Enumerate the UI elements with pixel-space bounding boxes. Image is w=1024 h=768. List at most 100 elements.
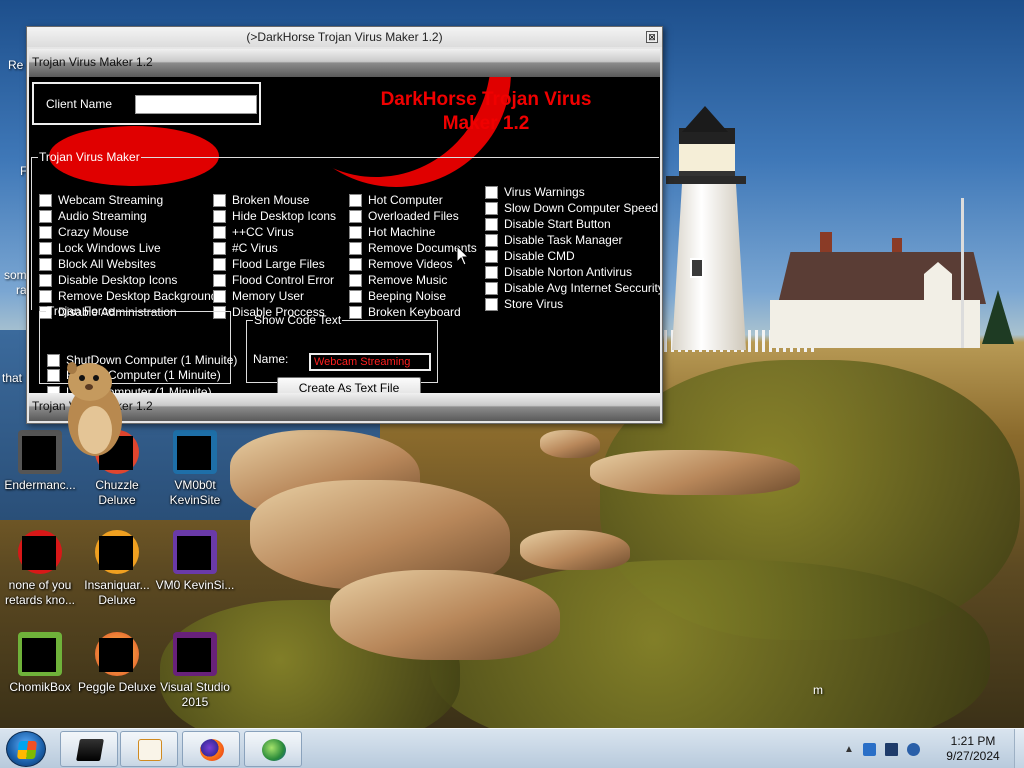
checkbox-remove-videos[interactable]: Remove Videos [349,257,453,271]
start-button[interactable] [6,731,46,767]
checkbox-box[interactable] [485,297,498,311]
name-field[interactable]: Webcam Streaming [309,353,431,371]
volume-icon[interactable] [906,742,920,756]
checkbox-box[interactable] [213,257,226,271]
rock [330,570,560,660]
checkbox-box[interactable] [39,241,52,255]
network-icon[interactable] [884,742,898,756]
vm-icon [173,430,217,474]
window-title: (>DarkHorse Trojan Virus Maker 1.2) [246,30,443,44]
checkbox-box[interactable] [213,273,226,287]
client-name-input[interactable] [135,95,257,114]
create-as-text-file-button[interactable]: Create As Text File [277,377,421,393]
checkbox-box[interactable] [485,185,498,199]
checkbox-overloaded-files[interactable]: Overloaded Files [349,209,459,223]
checkbox-box[interactable] [349,289,362,303]
desktop-icon-peggle[interactable]: Peggle Deluxe [77,632,157,695]
desktop-icon-opera[interactable]: none of you retards kno... [0,530,80,608]
checkbox-box[interactable] [349,193,362,207]
checkbox-remove-music[interactable]: Remove Music [349,273,447,287]
desktop-icon-chomikbox[interactable]: ChomikBox [0,632,80,695]
checkbox-box[interactable] [39,225,52,239]
checkbox-broken-mouse[interactable]: Broken Mouse [213,193,309,207]
checkbox-disable-desktop-icons[interactable]: Disable Desktop Icons [39,273,177,287]
checkbox-box[interactable] [213,289,226,303]
checkbox-disable-task-manager[interactable]: Disable Task Manager [485,233,623,247]
checkbox-box[interactable] [485,249,498,263]
checkbox-box[interactable] [47,385,60,393]
checkbox-lock-windows-live[interactable]: Lock Windows Live [39,241,161,255]
close-button[interactable]: ⊠ [646,31,658,43]
checkbox-memory-user[interactable]: Memory User [213,289,304,303]
desktop-icon-label: Endermanc... [4,478,76,492]
checkbox-box[interactable] [39,193,52,207]
checkbox-box[interactable] [349,257,362,271]
checkbox-box[interactable] [213,241,226,255]
checkbox-box[interactable] [349,273,362,287]
show-hidden-icons-chevron-icon[interactable]: ▲ [844,744,854,755]
checkbox-flood-large-files[interactable]: Flood Large Files [213,257,325,271]
checkbox-box[interactable] [485,281,498,295]
checkbox-crazy-mouse[interactable]: Crazy Mouse [39,225,129,239]
checkbox-box[interactable] [39,257,52,271]
house-roof [778,252,986,304]
checkbox-hot-computer[interactable]: Hot Computer [349,193,443,207]
checkbox-label: Remove Music [368,273,448,287]
show-desktop-button[interactable] [1014,729,1024,768]
name-label: Name: [253,352,289,366]
checkbox-flood-control-error[interactable]: Flood Control Error [213,273,334,287]
lighthouse-lamp [679,128,735,182]
checkbox-box[interactable] [485,217,498,231]
checkbox-box[interactable] [39,273,52,287]
checkbox-box[interactable] [485,233,498,247]
checkbox-audio-streaming[interactable]: Audio Streaming [39,209,147,223]
desktop-icon-visual-studio[interactable]: Visual Studio 2015 [155,632,235,710]
desktop-icon-insaniquarium[interactable]: Insaniquar... Deluxe [77,530,157,608]
checkbox-label: Disable Avg Internet Seccurity [504,281,660,295]
checkbox-hot-machine[interactable]: Hot Machine [349,225,435,239]
checkbox-box[interactable] [47,368,60,382]
checkbox-box[interactable] [213,193,226,207]
checkbox-box[interactable] [349,225,362,239]
checkbox-cc-virus[interactable]: ++CC Virus [213,225,294,239]
desktop-icon-vm0b0t[interactable]: VM0b0t KevinSite [155,430,235,508]
checkbox-disable-avg[interactable]: Disable Avg Internet Seccurity [485,281,660,295]
checkbox-remove-desktop-background[interactable]: Remove Desktop Background [39,289,217,303]
checkbox-slow-down-computer[interactable]: Slow Down Computer Speed [485,201,658,215]
taskbar-item-network[interactable] [244,731,302,767]
taskbar-item-firefox[interactable] [182,731,240,767]
tray-app-icon[interactable] [862,742,876,756]
show-code-text-group: Show Code Text [246,313,438,383]
checkbox-label: Crazy Mouse [58,225,129,239]
checkbox-c-sharp-virus[interactable]: #C Virus [213,241,278,255]
checkbox-box[interactable] [349,241,362,255]
checkbox-box[interactable] [213,209,226,223]
checkbox-box[interactable] [47,353,60,367]
taskbar-item-media-player[interactable] [120,731,178,767]
checkbox-beeping-noise[interactable]: Beeping Noise [349,289,446,303]
checkbox-label: Disable Task Manager [504,233,623,247]
checkbox-box[interactable] [39,289,52,303]
checkbox-disable-norton[interactable]: Disable Norton Antivirus [485,265,632,279]
checkbox-webcam-streaming[interactable]: Webcam Streaming [39,193,163,207]
checkbox-virus-warnings[interactable]: Virus Warnings [485,185,585,199]
checkbox-box[interactable] [213,225,226,239]
system-clock[interactable]: 1:21 PM 9/27/2024 [940,734,1006,764]
desktop-icon-label: Peggle Deluxe [77,680,157,694]
checkbox-block-all-websites[interactable]: Block All Websites [39,257,156,271]
window-titlebar[interactable]: (>DarkHorse Trojan Virus Maker 1.2) ⊠ [27,27,662,47]
checkbox-store-virus[interactable]: Store Virus [485,297,563,311]
taskbar-item-app[interactable] [60,731,118,767]
checkbox-disable-cmd[interactable]: Disable CMD [485,249,575,263]
checkbox-label: Memory User [232,289,305,303]
checkbox-label: ++CC Virus [232,225,294,239]
checkbox-disable-start-button[interactable]: Disable Start Button [485,217,611,231]
checkbox-box[interactable] [349,209,362,223]
checkbox-hide-desktop-icons[interactable]: Hide Desktop Icons [213,209,336,223]
checkbox-box[interactable] [39,209,52,223]
desktop-icon-vm0[interactable]: VM0 KevinSi... [155,530,235,593]
checkbox-label: #C Virus [232,241,278,255]
checkbox-box[interactable] [485,265,498,279]
checkbox-label: Hide Desktop Icons [232,209,337,223]
checkbox-box[interactable] [485,201,498,215]
